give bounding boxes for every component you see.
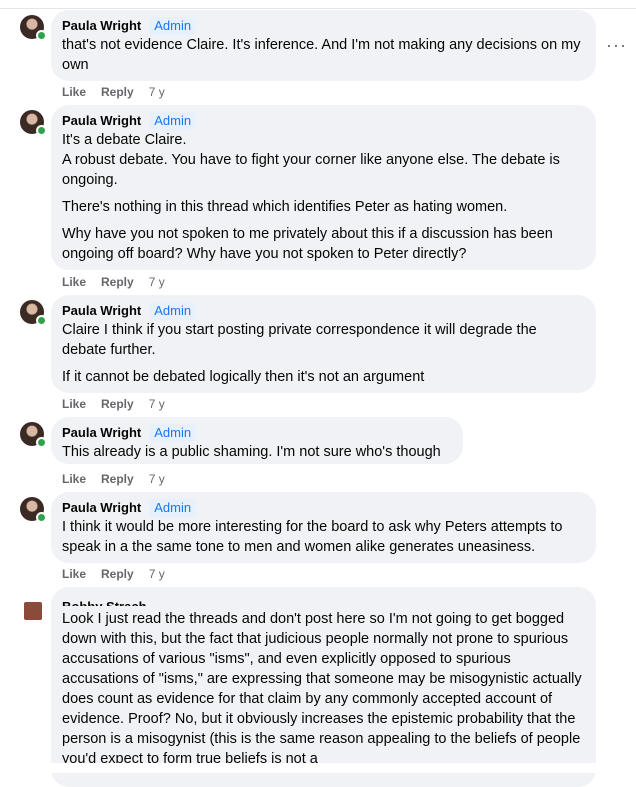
comment-text: If it cannot be debated logically then i… — [62, 369, 425, 385]
comment-text: Look I just read the threads and don't p… — [62, 611, 582, 767]
author-name[interactable]: Paula Wright — [62, 499, 141, 517]
avatar[interactable] — [20, 15, 47, 41]
comment-bubble: Paula Wright Admin I think it would be m… — [51, 492, 596, 563]
timestamp[interactable]: 7 y — [149, 471, 165, 487]
admin-badge[interactable]: Admin — [149, 424, 197, 442]
comment-bubble: Paula Wright Admin This already is a pub… — [51, 417, 463, 464]
comment-actions: Like Reply 7 y — [62, 396, 165, 412]
like-button[interactable]: Like — [62, 566, 86, 582]
online-status-dot — [36, 512, 47, 523]
comment-bubble: Look I just read the threads and don't p… — [51, 587, 596, 787]
comment-bubble: Paula Wright Admin that's not evidence C… — [51, 10, 596, 81]
comment-bubble: Paula Wright Admin Claire I think if you… — [51, 295, 596, 393]
comment-actions: Like Reply 7 y — [62, 84, 165, 100]
author-name[interactable]: Bobby Strach — [62, 597, 147, 606]
admin-badge[interactable]: Admin — [149, 112, 197, 130]
timestamp[interactable]: 7 y — [149, 396, 165, 412]
online-status-dot — [36, 30, 47, 41]
author-name[interactable]: Paula Wright — [62, 302, 141, 320]
comment-text: There's nothing in this thread which ide… — [62, 199, 508, 215]
comment-text: It's a debate Claire. — [62, 132, 187, 148]
reply-button[interactable]: Reply — [101, 566, 134, 582]
comment-actions: Like Reply 7 y — [62, 274, 165, 290]
top-divider — [0, 0, 636, 9]
timestamp[interactable]: 7 y — [149, 84, 165, 100]
online-status-dot — [36, 437, 47, 448]
timestamp[interactable]: 7 y — [149, 274, 165, 290]
admin-badge[interactable]: Admin — [149, 17, 197, 35]
admin-badge[interactable]: Admin — [149, 302, 197, 320]
timestamp[interactable]: 7 y — [149, 566, 165, 582]
author-name[interactable]: Paula Wright — [62, 17, 141, 35]
online-status-dot — [36, 315, 47, 326]
like-button[interactable]: Like — [62, 396, 86, 412]
reply-button[interactable]: Reply — [101, 396, 134, 412]
more-options-icon[interactable]: ··· — [606, 36, 627, 54]
author-name[interactable]: Paula Wright — [62, 112, 141, 130]
reply-button[interactable]: Reply — [101, 84, 134, 100]
comment-text: A robust debate. You have to fight your … — [62, 152, 560, 188]
like-button[interactable]: Like — [62, 84, 86, 100]
admin-badge[interactable]: Admin — [149, 499, 197, 517]
comment-text: Claire I think if you start posting priv… — [62, 322, 537, 358]
avatar[interactable] — [20, 422, 47, 448]
comment-text: that's not evidence Claire. It's inferen… — [62, 37, 581, 73]
like-button[interactable]: Like — [62, 471, 86, 487]
reply-button[interactable]: Reply — [101, 274, 134, 290]
comment-bubble: Paula Wright Admin It's a debate Claire.… — [51, 105, 596, 270]
comment-actions: Like Reply 7 y — [62, 566, 165, 582]
avatar[interactable] — [24, 602, 42, 620]
avatar[interactable] — [20, 300, 47, 326]
like-button[interactable]: Like — [62, 274, 86, 290]
viewport-edge — [0, 763, 636, 773]
comment-text: I think it would be more interesting for… — [62, 519, 563, 555]
comment-actions: Like Reply 7 y — [62, 471, 165, 487]
reply-button[interactable]: Reply — [101, 471, 134, 487]
avatar[interactable] — [20, 497, 47, 523]
avatar[interactable] — [20, 110, 47, 136]
author-name[interactable]: Paula Wright — [62, 424, 141, 442]
comment-text: This already is a public shaming. I'm no… — [62, 444, 441, 460]
comment-text: Why have you not spoken to me privately … — [62, 226, 553, 262]
online-status-dot — [36, 125, 47, 136]
